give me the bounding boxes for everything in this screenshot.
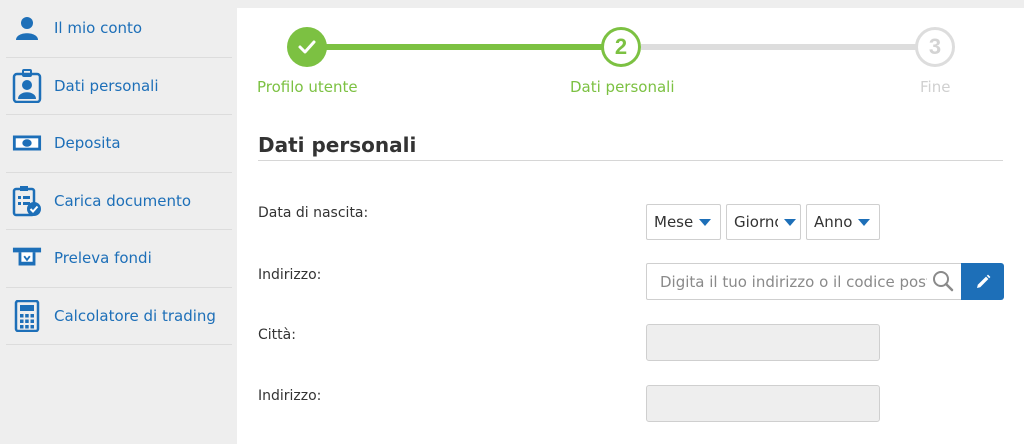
section-divider <box>258 160 1003 161</box>
chevron-down-icon <box>784 218 796 226</box>
sidebar: Il mio conto Dati personali Deposita Car… <box>0 0 234 444</box>
birth-day-value: Giorno <box>734 213 778 231</box>
sidebar-item-label: Deposita <box>54 134 121 153</box>
pencil-icon <box>976 274 990 288</box>
withdraw-icon <box>12 241 42 275</box>
step-1-label: Profilo utente <box>257 78 358 96</box>
chevron-down-icon <box>699 218 712 226</box>
chevron-down-icon <box>858 218 871 226</box>
step-3-label: Fine <box>920 78 951 96</box>
sidebar-item-carica-documento[interactable]: Carica documento <box>6 173 232 230</box>
step-1-circle <box>287 27 327 67</box>
birth-date-label: Data di nascita: <box>258 205 369 221</box>
sidebar-item-calcolatore-di-trading[interactable]: Calcolatore di trading <box>6 288 232 345</box>
calculator-icon <box>12 299 42 333</box>
sidebar-item-preleva-fondi[interactable]: Preleva fondi <box>6 230 232 288</box>
step-2-circle: 2 <box>601 27 641 67</box>
search-icon <box>931 269 955 293</box>
sidebar-item-label: Il mio conto <box>54 19 143 38</box>
sidebar-item-label: Carica documento <box>54 191 192 210</box>
step-3-circle: 3 <box>915 27 955 67</box>
progress-stepper: 2 3 Profilo utente Dati personali Fine <box>237 8 1024 108</box>
step-2-label: Dati personali <box>570 78 675 96</box>
sidebar-item-label: Calcolatore di trading <box>54 306 216 325</box>
sidebar-item-label: Dati personali <box>54 76 159 95</box>
section-title: Dati personali <box>258 133 417 157</box>
edit-address-button[interactable] <box>961 263 1004 300</box>
user-icon <box>12 11 42 45</box>
address-line-label: Indirizzo: <box>258 388 322 404</box>
clipboard-check-icon <box>12 184 42 218</box>
birth-month-value: Mese <box>654 213 694 231</box>
sidebar-nav: Il mio conto Dati personali Deposita Car… <box>0 0 234 345</box>
birth-month-select[interactable]: Mese <box>646 204 721 240</box>
stepper-line-completed <box>325 44 613 50</box>
sidebar-item-label: Preleva fondi <box>54 249 152 268</box>
checkmark-icon <box>298 40 316 54</box>
city-label: Città: <box>258 327 296 343</box>
city-field[interactable] <box>646 324 880 361</box>
stepper-line-pending <box>641 44 917 50</box>
main-panel: 2 3 Profilo utente Dati personali Fine D… <box>237 8 1024 444</box>
birth-year-value: Anno <box>814 213 853 231</box>
address-label: Indirizzo: <box>258 267 322 283</box>
id-badge-icon <box>12 68 42 103</box>
birth-day-select[interactable]: Giorno <box>726 204 801 240</box>
sidebar-item-dati-personali[interactable]: Dati personali <box>6 58 232 115</box>
address-line-field[interactable] <box>646 385 880 422</box>
sidebar-item-deposita[interactable]: Deposita <box>6 115 232 173</box>
birth-year-select[interactable]: Anno <box>806 204 880 240</box>
address-search-input[interactable] <box>646 263 962 300</box>
sidebar-item-il-mio-conto[interactable]: Il mio conto <box>6 0 232 58</box>
banknote-icon <box>12 126 42 160</box>
